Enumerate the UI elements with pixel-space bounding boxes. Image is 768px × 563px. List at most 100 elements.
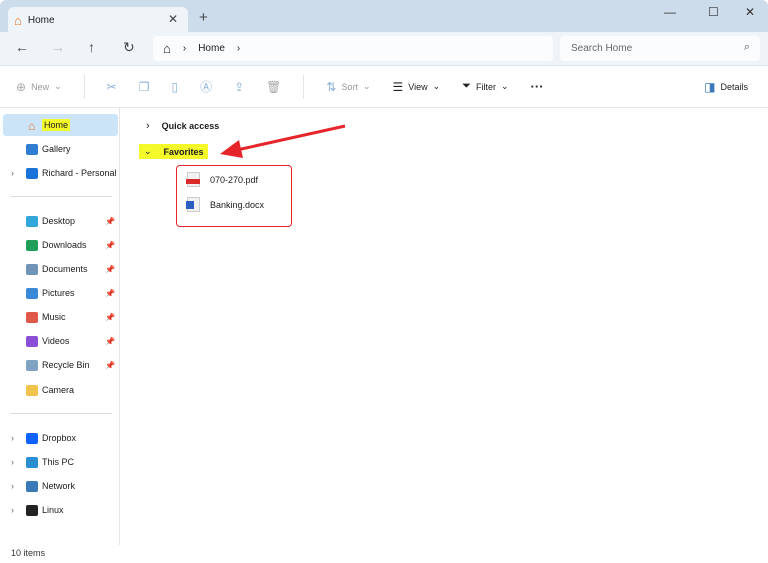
sidebar-item-label: Videos (42, 336, 70, 346)
close-tab-icon[interactable]: ✕ (168, 12, 178, 26)
rename-icon: Ⓐ (200, 80, 213, 94)
sidebar-item-label: Network (42, 481, 76, 491)
divider (303, 74, 305, 99)
sidebar-item-videos[interactable]: Videos 📌 (3, 330, 118, 352)
address-bar[interactable]: ⌂ › Home › (153, 36, 553, 61)
forward-button[interactable]: → (51, 39, 65, 55)
network-icon (26, 480, 38, 492)
section-quick-access[interactable]: › Quick access (146, 120, 219, 132)
new-tab-button[interactable]: + (199, 9, 208, 26)
view-button[interactable]: ☰ View ⌄ (393, 80, 441, 94)
recycle-bin-icon (26, 359, 38, 371)
pin-icon[interactable]: 📌 (105, 265, 115, 274)
downloads-icon (26, 239, 38, 251)
sidebar-item-this-pc[interactable]: › This PC (3, 451, 118, 473)
pin-icon[interactable]: 📌 (105, 337, 115, 346)
chevron-right-icon[interactable]: › (11, 481, 14, 491)
desktop-icon (26, 215, 38, 227)
sidebar-item-desktop[interactable]: Desktop 📌 (3, 210, 118, 232)
chevron-right-icon[interactable]: › (11, 457, 14, 467)
chevron-right-icon[interactable]: › (11, 505, 14, 515)
navigation-pane: ⌂ Home Gallery › Richard - Personal Desktop 📌 D… (0, 108, 120, 545)
share-button[interactable]: ⇪ (234, 80, 244, 94)
more-icon: ··· (530, 79, 544, 94)
search-input[interactable]: Search Home ⌕ (560, 36, 760, 61)
title-bar: ⌂ Home ✕ + — ☐ ✕ (0, 0, 768, 33)
sidebar-item-label: Pictures (42, 288, 75, 298)
chevron-right-icon[interactable]: › (11, 168, 14, 178)
new-button[interactable]: ⊕ New ⌄ (16, 80, 62, 94)
breadcrumb-home[interactable]: Home (198, 43, 225, 54)
trash-icon: 🗑 (266, 79, 282, 94)
sidebar-item-richard-personal[interactable]: › Richard - Personal (3, 162, 118, 184)
pin-icon[interactable]: 📌 (105, 313, 115, 322)
pc-icon (26, 456, 38, 468)
section-favorites[interactable]: ⌄ Favorites (139, 144, 208, 159)
sidebar-item-label: Music (42, 312, 66, 322)
sidebar-item-label: Richard - Personal (42, 168, 117, 178)
sidebar-item-label: Recycle Bin (42, 360, 90, 370)
chevron-right-icon[interactable]: › (11, 433, 14, 443)
sidebar-item-label: Downloads (42, 240, 87, 250)
delete-button[interactable]: 🗑 (266, 80, 281, 94)
annotation-arrow (220, 124, 346, 158)
paste-icon: ▯ (171, 79, 179, 94)
pin-icon[interactable]: 📌 (105, 241, 115, 250)
gallery-icon (26, 143, 38, 155)
pin-icon[interactable]: 📌 (105, 217, 115, 226)
sidebar-item-label: Gallery (42, 144, 71, 154)
file-item[interactable]: Banking.docx (186, 197, 264, 212)
pin-icon[interactable]: 📌 (105, 361, 115, 370)
folder-icon (26, 384, 38, 396)
word-icon (186, 197, 200, 212)
music-icon (26, 311, 38, 323)
filter-button[interactable]: ⏷ Filter ⌄ (462, 80, 508, 93)
details-button[interactable]: ◨ Details (704, 80, 748, 94)
tab-title: Home (27, 14, 55, 26)
pin-icon[interactable]: 📌 (105, 289, 115, 298)
home-icon: ⌂ (28, 118, 36, 133)
sidebar-item-gallery[interactable]: Gallery (3, 138, 118, 160)
sidebar-item-downloads[interactable]: Downloads 📌 (3, 234, 118, 256)
paste-button[interactable]: ▯ (171, 80, 178, 94)
favorites-highlight-box: 070-270.pdf Banking.docx (176, 165, 292, 227)
close-window-button[interactable]: ✕ (745, 5, 755, 19)
sidebar-item-recycle-bin[interactable]: Recycle Bin 📌 (3, 354, 118, 376)
sidebar-item-linux[interactable]: › Linux (3, 499, 118, 521)
sidebar-item-dropbox[interactable]: › Dropbox (3, 427, 118, 449)
navigation-bar: ← → ↑ ↻ ⌂ › Home › Search Home ⌕ (0, 32, 768, 66)
refresh-button[interactable]: ↻ (123, 39, 135, 56)
maximize-button[interactable]: ☐ (708, 5, 719, 19)
section-title: Favorites (163, 146, 204, 157)
details-pane-icon: ◨ (704, 80, 716, 94)
copy-button[interactable]: ❐ (139, 80, 150, 94)
filter-icon: ⏷ (462, 80, 471, 92)
back-button[interactable]: ← (15, 39, 29, 55)
pdf-icon (186, 172, 200, 187)
file-item[interactable]: 070-270.pdf (186, 172, 259, 187)
details-label: Details (720, 82, 748, 92)
up-button[interactable]: ↑ (88, 39, 95, 55)
tab-home[interactable]: ⌂ Home ✕ (8, 7, 188, 33)
divider (83, 74, 85, 99)
sidebar-item-network[interactable]: › Network (3, 475, 118, 497)
sidebar-item-label: Desktop (42, 216, 76, 226)
sidebar-item-label: Documents (42, 264, 88, 274)
chevron-right-icon[interactable]: › (237, 43, 240, 54)
minimize-button[interactable]: — (664, 5, 676, 19)
linux-icon (26, 504, 38, 516)
plus-circle-icon: ⊕ (16, 79, 27, 94)
sidebar-item-home[interactable]: ⌂ Home (3, 114, 118, 136)
sidebar-item-documents[interactable]: Documents 📌 (3, 258, 118, 280)
sidebar-item-label: Home (42, 119, 71, 131)
file-name: 070-270.pdf (210, 174, 259, 185)
sidebar-item-music[interactable]: Music 📌 (3, 306, 118, 328)
divider (10, 196, 112, 197)
rename-button[interactable]: Ⓐ (200, 78, 212, 95)
sort-button[interactable]: ⇅ Sort ⌄ (326, 80, 370, 94)
cut-button[interactable]: ✂ (107, 80, 117, 94)
sort-label: Sort (341, 81, 358, 92)
sidebar-item-pictures[interactable]: Pictures 📌 (3, 282, 118, 304)
more-options-button[interactable]: ··· (531, 79, 544, 94)
sidebar-item-camera[interactable]: Camera (3, 379, 118, 401)
